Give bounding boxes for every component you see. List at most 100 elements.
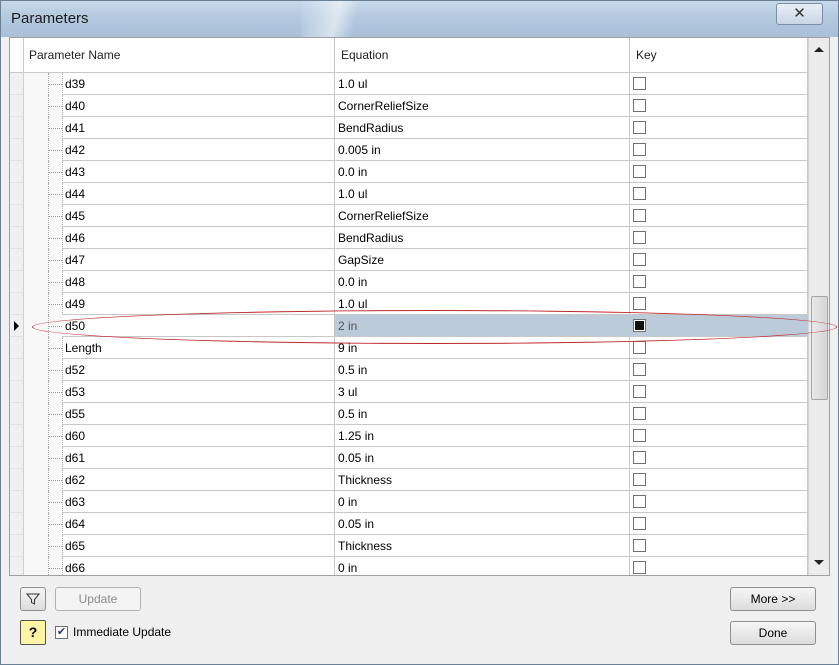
table-row[interactable]: d65 Thickness bbox=[10, 535, 808, 557]
key-checkbox[interactable] bbox=[633, 121, 646, 134]
key-checkbox[interactable] bbox=[633, 473, 646, 486]
parameter-name-cell[interactable]: d52 bbox=[62, 359, 335, 381]
key-checkbox[interactable] bbox=[633, 451, 646, 464]
table-row[interactable]: d42 0.005 in bbox=[10, 139, 808, 161]
parameter-name-cell[interactable]: d64 bbox=[62, 513, 335, 535]
parameter-name-cell[interactable]: d62 bbox=[62, 469, 335, 491]
key-checkbox[interactable] bbox=[633, 99, 646, 112]
parameter-name-cell[interactable]: d65 bbox=[62, 535, 335, 557]
equation-cell[interactable]: 1.0 ul bbox=[335, 73, 630, 95]
table-row[interactable]: d50 2 in bbox=[10, 315, 808, 337]
table-row[interactable]: d44 1.0 ul bbox=[10, 183, 808, 205]
parameter-name-cell[interactable]: d45 bbox=[62, 205, 335, 227]
key-checkbox[interactable] bbox=[633, 187, 646, 200]
table-row[interactable]: Length 9 in bbox=[10, 337, 808, 359]
key-checkbox[interactable] bbox=[633, 275, 646, 288]
equation-cell[interactable]: 0 in bbox=[335, 491, 630, 513]
row-selector[interactable] bbox=[10, 73, 24, 95]
equation-cell[interactable]: 9 in bbox=[335, 337, 630, 359]
row-selector[interactable] bbox=[10, 139, 24, 161]
equation-cell[interactable]: 1.0 ul bbox=[335, 183, 630, 205]
row-selector[interactable] bbox=[10, 381, 24, 403]
more-button[interactable]: More >> bbox=[730, 587, 816, 611]
parameter-name-cell[interactable]: d49 bbox=[62, 293, 335, 315]
key-checkbox[interactable] bbox=[633, 517, 646, 530]
key-checkbox[interactable] bbox=[633, 165, 646, 178]
row-selector[interactable] bbox=[10, 315, 24, 337]
row-selector[interactable] bbox=[10, 491, 24, 513]
row-selector[interactable] bbox=[10, 359, 24, 381]
row-selector[interactable] bbox=[10, 557, 24, 575]
parameter-name-cell[interactable]: d66 bbox=[62, 557, 335, 575]
help-button[interactable]: ? bbox=[20, 620, 46, 645]
table-row[interactable]: d60 1.25 in bbox=[10, 425, 808, 447]
row-selector[interactable] bbox=[10, 117, 24, 139]
equation-cell[interactable]: 3 ul bbox=[335, 381, 630, 403]
scroll-up-icon[interactable] bbox=[811, 42, 827, 58]
equation-cell[interactable]: 0.0 in bbox=[335, 271, 630, 293]
row-selector[interactable] bbox=[10, 205, 24, 227]
equation-cell[interactable]: Thickness bbox=[335, 469, 630, 491]
update-button[interactable]: Update bbox=[55, 587, 141, 611]
column-header-name[interactable]: Parameter Name bbox=[24, 38, 335, 72]
row-selector[interactable] bbox=[10, 183, 24, 205]
row-selector[interactable] bbox=[10, 425, 24, 447]
key-checkbox[interactable] bbox=[633, 341, 646, 354]
row-selector[interactable] bbox=[10, 227, 24, 249]
row-selector[interactable] bbox=[10, 337, 24, 359]
equation-cell[interactable]: CornerReliefSize bbox=[335, 95, 630, 117]
table-row[interactable]: d63 0 in bbox=[10, 491, 808, 513]
parameter-name-cell[interactable]: d41 bbox=[62, 117, 335, 139]
key-checkbox[interactable] bbox=[633, 231, 646, 244]
row-selector[interactable] bbox=[10, 249, 24, 271]
table-row[interactable]: d49 1.0 ul bbox=[10, 293, 808, 315]
equation-cell[interactable]: 0.5 in bbox=[335, 403, 630, 425]
key-checkbox[interactable] bbox=[633, 297, 646, 310]
key-checkbox[interactable] bbox=[633, 495, 646, 508]
equation-cell[interactable]: 0.05 in bbox=[335, 447, 630, 469]
table-row[interactable]: d46 BendRadius bbox=[10, 227, 808, 249]
equation-cell[interactable]: GapSize bbox=[335, 249, 630, 271]
table-row[interactable]: d47 GapSize bbox=[10, 249, 808, 271]
row-selector[interactable] bbox=[10, 447, 24, 469]
equation-cell[interactable]: 0.05 in bbox=[335, 513, 630, 535]
row-selector[interactable] bbox=[10, 403, 24, 425]
equation-cell[interactable]: Thickness bbox=[335, 535, 630, 557]
parameter-name-cell[interactable]: d50 bbox=[62, 315, 335, 337]
parameter-name-cell[interactable]: d63 bbox=[62, 491, 335, 513]
scroll-thumb[interactable] bbox=[811, 296, 828, 400]
parameter-name-cell[interactable]: d47 bbox=[62, 249, 335, 271]
column-header-equation[interactable]: Equation bbox=[335, 38, 630, 72]
parameter-name-cell[interactable]: d53 bbox=[62, 381, 335, 403]
table-row[interactable]: d45 CornerReliefSize bbox=[10, 205, 808, 227]
row-selector[interactable] bbox=[10, 469, 24, 491]
equation-cell[interactable]: 0.005 in bbox=[335, 139, 630, 161]
table-row[interactable]: d39 1.0 ul bbox=[10, 73, 808, 95]
key-checkbox[interactable] bbox=[633, 77, 646, 90]
row-selector[interactable] bbox=[10, 293, 24, 315]
equation-cell[interactable]: 0 in bbox=[335, 557, 630, 575]
close-button[interactable]: ✕ bbox=[776, 3, 823, 25]
key-checkbox[interactable] bbox=[633, 143, 646, 156]
row-selector[interactable] bbox=[10, 513, 24, 535]
table-row[interactable]: d52 0.5 in bbox=[10, 359, 808, 381]
equation-cell[interactable]: 1.0 ul bbox=[335, 293, 630, 315]
done-button[interactable]: Done bbox=[730, 621, 816, 645]
row-selector[interactable] bbox=[10, 535, 24, 557]
equation-cell[interactable]: 1.25 in bbox=[335, 425, 630, 447]
table-row[interactable]: d64 0.05 in bbox=[10, 513, 808, 535]
key-checkbox[interactable] bbox=[633, 319, 646, 332]
immediate-update-checkbox[interactable]: ✔ bbox=[55, 626, 68, 639]
key-checkbox[interactable] bbox=[633, 363, 646, 376]
table-row[interactable]: d48 0.0 in bbox=[10, 271, 808, 293]
parameter-name-cell[interactable]: d61 bbox=[62, 447, 335, 469]
parameter-name-cell[interactable]: d42 bbox=[62, 139, 335, 161]
table-row[interactable]: d41 BendRadius bbox=[10, 117, 808, 139]
scroll-down-icon[interactable] bbox=[811, 555, 827, 571]
key-checkbox[interactable] bbox=[633, 407, 646, 420]
filter-button[interactable] bbox=[20, 587, 46, 611]
key-checkbox[interactable] bbox=[633, 253, 646, 266]
equation-cell[interactable]: BendRadius bbox=[335, 117, 630, 139]
vertical-scrollbar[interactable] bbox=[808, 38, 829, 575]
row-selector[interactable] bbox=[10, 271, 24, 293]
